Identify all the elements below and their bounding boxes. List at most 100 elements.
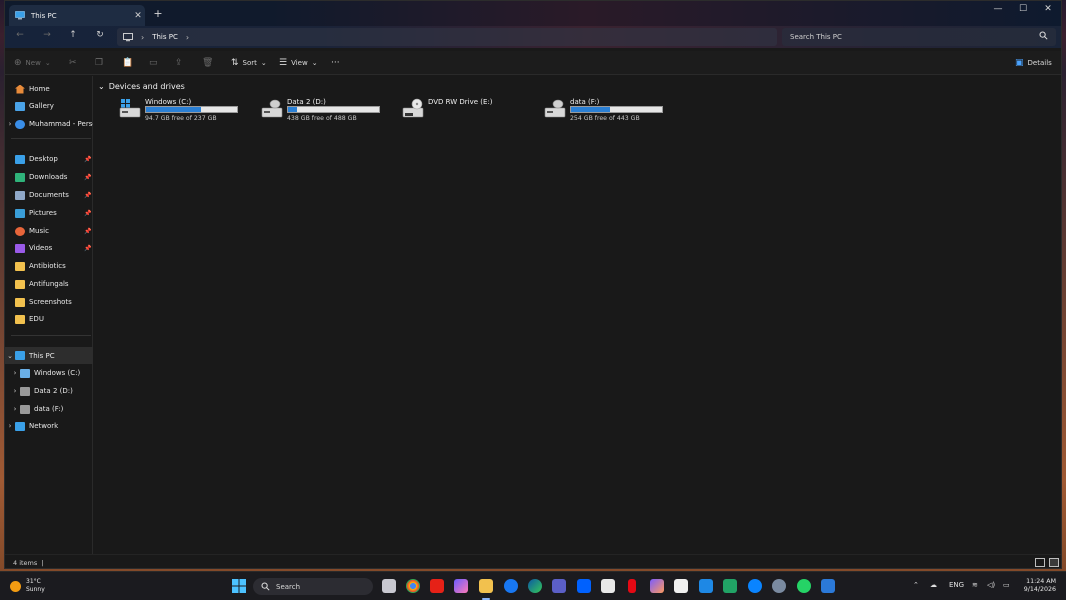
task-view-icon[interactable] <box>382 579 396 593</box>
sidebar-item-drive-c[interactable]: › Windows (C:) <box>5 366 93 380</box>
details-button[interactable]: ▣ Details <box>1015 57 1052 69</box>
pin-icon[interactable]: 📌 <box>83 156 93 163</box>
tab-close-icon[interactable]: ✕ <box>131 11 145 21</box>
sidebar-item-drive-d[interactable]: › Data 2 (D:) <box>5 384 93 398</box>
chrome-icon[interactable] <box>406 579 420 593</box>
sidebar-item-home[interactable]: Home <box>5 82 93 96</box>
address-bar[interactable]: › This PC › <box>117 28 777 46</box>
sort-button[interactable]: ⇅ Sort ⌄ <box>231 57 267 69</box>
sidebar-item-antifungals[interactable]: Antifungals <box>5 277 93 291</box>
pin-icon[interactable]: 📌 <box>83 174 93 181</box>
sidebar-item-drive-f[interactable]: › data (F:) <box>5 402 93 416</box>
back-button[interactable]: ← <box>12 30 28 44</box>
chevron-right-icon[interactable]: › <box>10 405 20 413</box>
command-bar: ⊕ New ⌄ ✂ ❐ 📋 ▭ ⇪ 🗑 ⇅ Sort ⌄ ☰ View ⌄ ··… <box>5 51 1061 75</box>
drive-tile-c[interactable]: Windows (C:) 94.7 GB free of 237 GB <box>114 96 249 124</box>
breadcrumb-this-pc[interactable]: This PC <box>152 33 178 41</box>
show-hidden-icons-chevron[interactable]: ⌃ <box>913 581 919 589</box>
folder-icon <box>15 279 25 289</box>
excel-icon[interactable] <box>723 579 737 593</box>
file-explorer-icon[interactable] <box>479 579 493 593</box>
store-icon[interactable] <box>601 579 615 593</box>
rename-button[interactable]: ▭ <box>149 57 158 69</box>
sidebar-item-label: Screenshots <box>29 298 72 306</box>
taskbar-search[interactable]: Search <box>253 578 373 595</box>
new-tab-button[interactable]: + <box>151 7 165 21</box>
copilot-app-icon[interactable] <box>650 579 664 593</box>
view-button[interactable]: ☰ View ⌄ <box>279 57 318 69</box>
minimize-button[interactable]: — <box>985 4 1011 18</box>
close-button[interactable]: ✕ <box>1035 4 1061 18</box>
new-button[interactable]: ⊕ New ⌄ <box>14 57 51 69</box>
chevron-down-icon[interactable]: ⌄ <box>98 82 105 91</box>
start-icon[interactable] <box>232 579 246 593</box>
sidebar-item-documents[interactable]: Documents 📌 <box>5 188 93 202</box>
language-indicator[interactable]: ENG <box>949 581 964 589</box>
mail-icon[interactable] <box>699 579 713 593</box>
refresh-button[interactable]: ↻ <box>92 30 108 44</box>
sidebar-item-network[interactable]: › Network <box>5 419 93 433</box>
wifi-icon[interactable]: ≋ <box>972 581 978 589</box>
breadcrumb-chevron-icon[interactable]: › <box>186 33 189 42</box>
chevron-right-icon[interactable]: › <box>10 369 20 377</box>
tab-this-pc[interactable]: This PC ✕ <box>9 5 145 26</box>
delete-button[interactable]: 🗑 <box>202 57 213 69</box>
sidebar-item-desktop[interactable]: Desktop 📌 <box>5 152 93 166</box>
sidebar-item-gallery[interactable]: Gallery <box>5 99 93 113</box>
dropbox-icon[interactable] <box>577 579 591 593</box>
cut-button[interactable]: ✂ <box>69 57 77 69</box>
pin-icon[interactable]: 📌 <box>83 192 93 199</box>
netflix-icon[interactable] <box>628 579 636 593</box>
pin-icon[interactable]: 📌 <box>83 245 93 252</box>
drive-usage-bar <box>570 106 663 113</box>
sidebar-item-downloads[interactable]: Downloads 📌 <box>5 170 93 184</box>
sidebar-item-music[interactable]: Music 📌 <box>5 224 93 238</box>
up-button[interactable]: ↑ <box>65 30 81 44</box>
share-icon: ⇪ <box>175 58 183 68</box>
sidebar-item-onedrive[interactable]: › Muhammad - Personal <box>5 117 93 131</box>
chevron-right-icon[interactable]: › <box>5 120 15 128</box>
search-placeholder: Search This PC <box>790 33 842 41</box>
details-view-icon[interactable] <box>1035 558 1045 567</box>
maximize-button[interactable]: ☐ <box>1010 4 1036 18</box>
help-icon[interactable] <box>748 579 762 593</box>
drive-tile-f[interactable]: data (F:) 254 GB free of 443 GB <box>539 96 674 124</box>
drive-tile-d[interactable]: Data 2 (D:) 438 GB free of 488 GB <box>256 96 391 124</box>
sidebar-item-videos[interactable]: Videos 📌 <box>5 241 93 255</box>
monitor-icon <box>123 32 133 41</box>
whatsapp-icon[interactable] <box>797 579 811 593</box>
breadcrumb-chevron-icon[interactable]: › <box>141 33 144 42</box>
settings-gear-icon[interactable] <box>772 579 786 593</box>
sidebar-item-pictures[interactable]: Pictures 📌 <box>5 206 93 220</box>
tiles-view-icon[interactable] <box>1049 558 1059 567</box>
copy-button[interactable]: ❐ <box>95 57 103 69</box>
group-header-devices[interactable]: ⌄ Devices and drives <box>98 82 185 91</box>
sidebar-item-antibiotics[interactable]: Antibiotics <box>5 259 93 273</box>
pin-icon[interactable]: 📌 <box>83 210 93 217</box>
pin-icon[interactable]: 📌 <box>83 228 93 235</box>
youtube-icon[interactable] <box>430 579 444 593</box>
edge-icon[interactable] <box>528 579 542 593</box>
chevron-down-icon[interactable]: ⌄ <box>5 352 15 360</box>
photos-icon[interactable] <box>821 579 835 593</box>
copilot-icon[interactable] <box>454 579 468 593</box>
share-button[interactable]: ⇪ <box>175 57 183 69</box>
sidebar-item-this-pc[interactable]: ⌄ This PC <box>5 347 93 364</box>
chevron-right-icon[interactable]: › <box>10 387 20 395</box>
battery-icon[interactable]: ▭ <box>1003 581 1010 589</box>
sidebar-item-screenshots[interactable]: Screenshots <box>5 295 93 309</box>
weather-widget[interactable]: 31°C Sunny <box>10 578 45 594</box>
chevron-right-icon[interactable]: › <box>5 422 15 430</box>
system-clock[interactable]: 11:24 AM 9/14/2026 <box>1024 578 1056 594</box>
volume-icon[interactable]: ◁) <box>987 581 995 589</box>
teams-icon[interactable] <box>552 579 566 593</box>
facebook-icon[interactable] <box>504 579 518 593</box>
forward-button[interactable]: → <box>39 30 55 44</box>
amazon-icon[interactable] <box>674 579 688 593</box>
search-input[interactable]: Search This PC <box>782 28 1056 46</box>
sidebar-item-edu[interactable]: EDU <box>5 312 93 326</box>
cloud-sync-icon[interactable]: ☁ <box>930 581 937 589</box>
more-options-button[interactable]: ··· <box>331 57 340 69</box>
paste-button[interactable]: 📋 <box>122 57 133 69</box>
drive-tile-e[interactable]: DVD RW Drive (E:) <box>397 96 532 124</box>
